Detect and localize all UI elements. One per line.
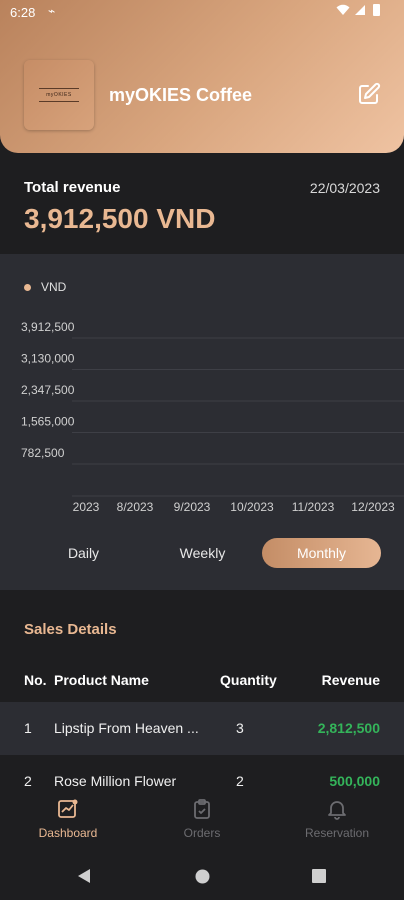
x-tick-label: 12/2023 [351, 500, 395, 514]
signal-icon [355, 5, 365, 15]
x-tick-label: 10/2023 [230, 500, 274, 514]
clipboard-icon [194, 799, 210, 819]
x-tick-label: 11/2023 [292, 500, 335, 514]
recents-icon[interactable] [312, 869, 326, 883]
bell-icon [328, 801, 346, 820]
column-product-name: Product Name [54, 672, 149, 688]
table-row[interactable]: 1 Lipstip From Heaven ... 3 2,812,500 [0, 702, 404, 755]
y-tick-label: 782,500 [21, 446, 65, 460]
system-navigation-bar [0, 850, 404, 900]
revenue-chart-panel: VND 3,912,500 3,130,000 2,347,500 1,565,000… [0, 254, 404, 590]
logo-wordmark: myOKIES [39, 88, 79, 102]
store-name: myOKIES Coffee [109, 85, 253, 105]
store-header: 6:28 ⌁ myOKIES myOKIES Coffee [0, 0, 404, 153]
tab-monthly[interactable]: Monthly [262, 538, 381, 568]
column-no: No. [24, 672, 47, 688]
store-logo: myOKIES [24, 60, 94, 130]
home-icon[interactable] [195, 869, 210, 884]
total-revenue-label: Total revenue [24, 179, 121, 196]
column-revenue: Revenue [321, 672, 380, 688]
x-tick-label: 8/2023 [117, 500, 154, 514]
row-quantity: 3 [236, 720, 244, 736]
nav-dashboard[interactable]: Dashboard [8, 798, 128, 840]
nav-dashboard-label: Dashboard [38, 826, 98, 840]
bottom-navigation: Dashboard Orders Reservation [0, 790, 404, 850]
nav-orders-label: Orders [183, 826, 221, 840]
back-icon[interactable] [77, 868, 91, 884]
dashboard-icon [58, 799, 78, 818]
edit-icon [359, 82, 381, 104]
revenue-date: 22/03/2023 [309, 180, 380, 196]
column-quantity: Quantity [220, 672, 277, 688]
revenue-summary: Total revenue 22/03/2023 3,912,500 VND [0, 153, 404, 253]
nav-reservation-label: Reservation [304, 826, 370, 840]
sales-details-title: Sales Details [24, 621, 117, 638]
revenue-chart: 3,912,500 3,130,000 2,347,500 1,565,000 782,… [21, 320, 404, 514]
row-no: 1 [24, 720, 32, 736]
tab-daily[interactable]: Daily [24, 538, 143, 568]
x-tick-label: 9/2023 [174, 500, 211, 514]
y-tick-label: 3,912,500 [21, 320, 75, 334]
x-tick-label: 2023 [73, 500, 100, 514]
edit-store-button[interactable] [357, 82, 381, 106]
tab-weekly[interactable]: Weekly [143, 538, 262, 568]
status-time: 6:28 [10, 5, 36, 20]
status-bar: 6:28 ⌁ [0, 0, 404, 26]
wifi-icon [336, 4, 350, 15]
nav-reservation[interactable]: Reservation [277, 798, 397, 840]
period-tabs: Daily Weekly Monthly [24, 538, 382, 568]
row-revenue: 2,812,500 [317, 720, 380, 736]
y-tick-label: 1,565,000 [21, 415, 75, 429]
y-tick-label: 3,130,000 [21, 352, 75, 366]
table-header: No. Product Name Quantity Revenue [0, 660, 404, 700]
nav-orders[interactable]: Orders [142, 798, 262, 840]
total-revenue-amount: 3,912,500 VND [24, 203, 216, 234]
sales-details-section: Sales Details No. Product Name Quantity … [0, 590, 404, 790]
battery-icon [373, 4, 380, 16]
row-product-name: Lipstip From Heaven ... [54, 720, 199, 736]
y-tick-label: 2,347,500 [21, 383, 75, 397]
usb-icon: ⌁ [48, 4, 56, 18]
